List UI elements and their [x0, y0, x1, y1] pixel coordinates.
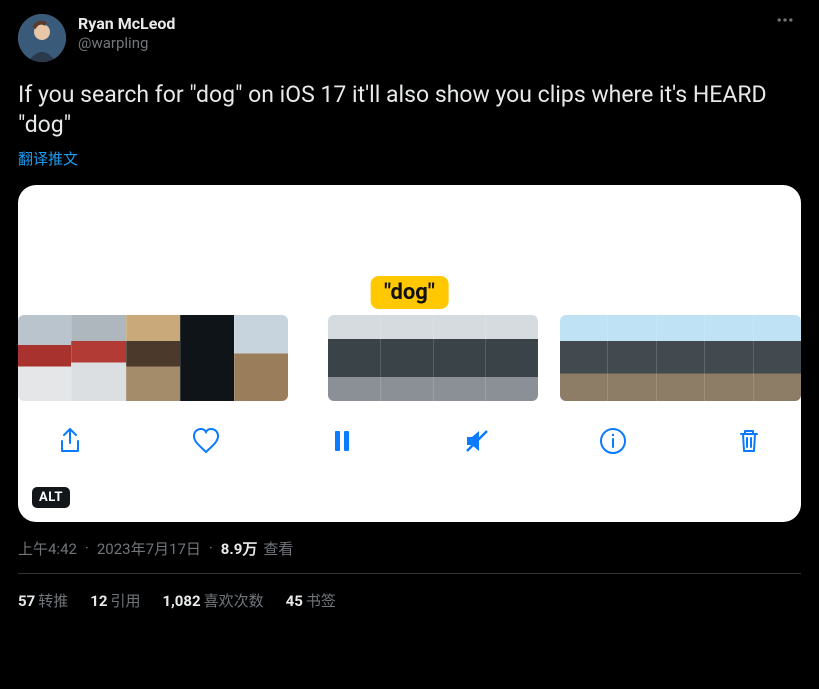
avatar-image: [18, 14, 66, 62]
tweet-time[interactable]: 上午4:42: [18, 538, 77, 559]
views-count: 8.9万: [221, 538, 258, 559]
trash-icon: [733, 425, 765, 457]
mute-button[interactable]: [459, 423, 495, 459]
alt-badge[interactable]: ALT: [32, 487, 70, 508]
media-card[interactable]: "dog": [18, 185, 801, 522]
meta-dot: [205, 539, 217, 557]
share-icon: [54, 425, 86, 457]
clip-frame: [433, 315, 486, 401]
translate-link[interactable]: 翻译推文: [18, 148, 801, 169]
more-icon: [775, 10, 795, 30]
views-label: 查看: [263, 538, 293, 559]
clip-frame: [18, 315, 71, 401]
clip-group[interactable]: [560, 315, 801, 401]
display-name[interactable]: Ryan McLeod: [78, 14, 175, 34]
stat-likes[interactable]: 1,082喜欢次数: [162, 590, 263, 611]
tweet-container: Ryan McLeod @warpling If you search for …: [0, 0, 819, 611]
share-button[interactable]: [52, 423, 88, 459]
clip-frame: [180, 315, 234, 401]
clip-frame: [71, 315, 125, 401]
clip-frame: [753, 315, 801, 401]
heart-button[interactable]: [188, 423, 224, 459]
info-icon: [597, 425, 629, 457]
clip-frame: [234, 315, 288, 401]
meta-row: 上午4:42 2023年7月17日 8.9万 查看: [18, 538, 801, 559]
stat-quotes[interactable]: 12引用: [90, 590, 140, 611]
tweet-date[interactable]: 2023年7月17日: [97, 538, 201, 559]
stat-retweets[interactable]: 57转推: [18, 590, 68, 611]
pause-icon: [326, 425, 358, 457]
media-top-area: "dog": [18, 185, 801, 315]
stat-bookmarks[interactable]: 45书签: [286, 590, 336, 611]
clip-frame: [704, 315, 752, 401]
avatar[interactable]: [18, 14, 66, 62]
info-button[interactable]: [595, 423, 631, 459]
media-toolbar: [18, 401, 801, 459]
clip-frame: [560, 315, 607, 401]
clip-frame: [380, 315, 433, 401]
trash-button[interactable]: [731, 423, 767, 459]
clip-frame: [328, 315, 380, 401]
pause-button[interactable]: [324, 423, 360, 459]
mute-icon: [461, 425, 493, 457]
clip-frame: [607, 315, 655, 401]
heart-icon: [190, 425, 222, 457]
clip-frame: [485, 315, 538, 401]
tweet-header: Ryan McLeod @warpling: [18, 14, 801, 62]
clips-row: [18, 315, 801, 401]
author-block: Ryan McLeod @warpling: [78, 14, 175, 53]
clip-frame: [126, 315, 180, 401]
clip-group[interactable]: [328, 315, 538, 401]
more-button[interactable]: [775, 10, 795, 34]
search-chip: "dog": [370, 276, 449, 309]
handle[interactable]: @warpling: [78, 34, 175, 53]
tweet-text: If you search for "dog" on iOS 17 it'll …: [18, 80, 801, 140]
meta-dot: [81, 539, 93, 557]
clip-group[interactable]: [18, 315, 288, 401]
clip-frame: [656, 315, 704, 401]
stats-row: 57转推 12引用 1,082喜欢次数 45书签: [18, 574, 801, 611]
